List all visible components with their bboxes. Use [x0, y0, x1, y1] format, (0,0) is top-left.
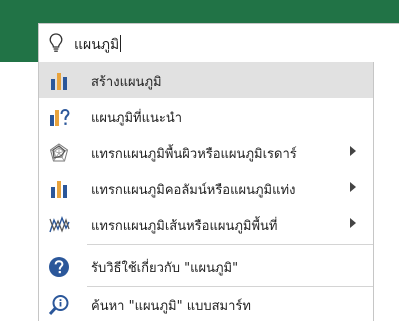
submenu-arrow-icon: [350, 218, 356, 228]
menu-separator: [87, 244, 373, 245]
menu-item-create-chart[interactable]: สร้างแผนภูมิ: [39, 62, 373, 98]
radar-chart-icon: [49, 143, 69, 162]
line-area-chart-icon: [49, 216, 70, 233]
submenu-arrow-icon: [350, 182, 356, 192]
menu-item-insert-line-area-chart[interactable]: แทรกแผนภูมิเส้นหรือแผนภูมิพื้นที่: [39, 206, 373, 242]
lightbulb-icon: [49, 33, 63, 52]
recommended-chart-icon: [50, 108, 70, 126]
text-caret: [120, 35, 122, 52]
menu-item-insert-column-bar-chart[interactable]: แทรกแผนภูมิคอลัมน์หรือแผนภูมิแท่ง: [39, 170, 373, 206]
menu-item-label: แทรกแผนภูมิเส้นหรือแผนภูมิพื้นที่: [91, 219, 278, 234]
search-results-menu: สร้างแผนภูมิ แผนภูมิที่แนะนำ แทรกแผนภูมิ…: [38, 62, 374, 321]
menu-item-label: ค้นหา "แผนภูมิ" แบบสมาร์ท: [91, 299, 251, 314]
menu-item-label: รับวิธีใช้เกี่ยวกับ "แผนภูมิ": [91, 261, 239, 276]
menu-item-smart-lookup[interactable]: ค้นหา "แผนภูมิ" แบบสมาร์ท: [39, 286, 373, 322]
column-chart-icon: [51, 181, 67, 198]
smart-lookup-icon: [48, 295, 69, 316]
menu-item-label: สร้างแผนภูมิ: [91, 75, 162, 90]
tell-me-search-box[interactable]: แผนภูมิ: [38, 23, 399, 62]
menu-item-label: แทรกแผนภูมิพื้นผิวหรือแผนภูมิเรดาร์: [91, 147, 297, 162]
menu-item-label: แทรกแผนภูมิคอลัมน์หรือแผนภูมิแท่ง: [91, 183, 296, 198]
menu-item-get-help[interactable]: รับวิธีใช้เกี่ยวกับ "แผนภูมิ": [39, 248, 373, 284]
menu-item-label: แผนภูมิที่แนะนำ: [91, 111, 183, 126]
help-icon: [49, 257, 69, 277]
submenu-arrow-icon: [350, 146, 356, 156]
menu-item-insert-surface-radar-chart[interactable]: แทรกแผนภูมิพื้นผิวหรือแผนภูมิเรดาร์: [39, 134, 373, 170]
search-input[interactable]: แผนภูมิ: [74, 34, 122, 56]
menu-item-recommended-charts[interactable]: แผนภูมิที่แนะนำ: [39, 98, 373, 134]
bar-chart-icon: [51, 73, 67, 90]
